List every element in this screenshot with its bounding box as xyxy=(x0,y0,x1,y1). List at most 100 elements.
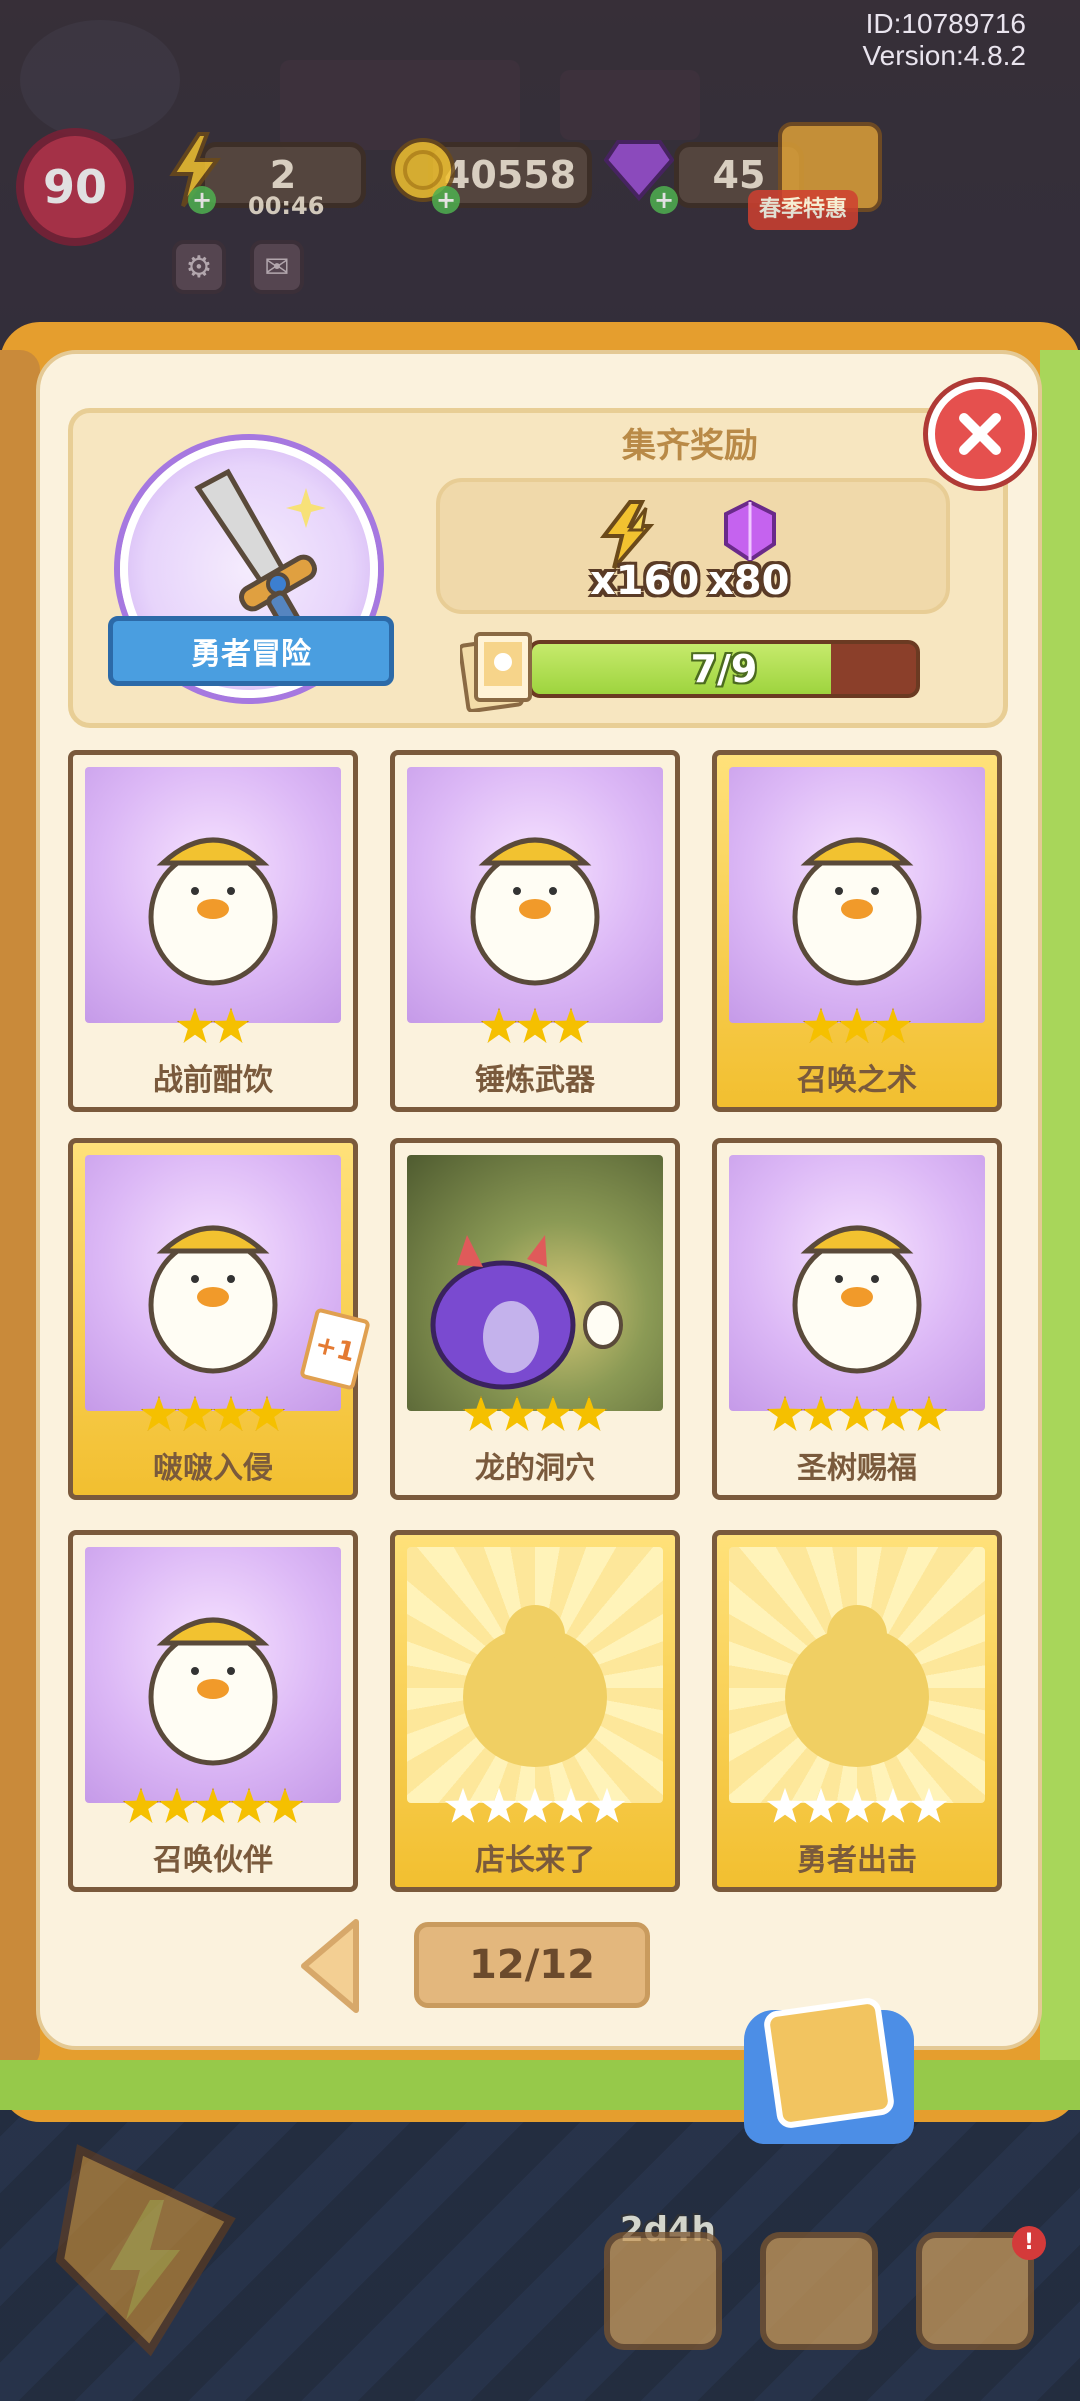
card-star-rating xyxy=(73,1007,353,1047)
star-icon xyxy=(212,1395,250,1431)
card-star-rating xyxy=(717,1395,997,1435)
star-icon xyxy=(248,1395,286,1431)
album-card[interactable]: 勇者出击 xyxy=(712,1530,1002,1892)
card-star-rating xyxy=(395,1395,675,1435)
star-icon xyxy=(570,1395,608,1431)
card-star-rating xyxy=(73,1787,353,1827)
card-star-rating xyxy=(717,1007,997,1047)
star-icon xyxy=(838,1395,876,1431)
card-pack-icon xyxy=(762,1996,896,2130)
album-card[interactable]: 啵啵入侵 +1 xyxy=(68,1138,371,1500)
album-shortcut-button[interactable] xyxy=(604,2232,722,2350)
card-artwork xyxy=(407,767,663,1023)
card-star-rating xyxy=(395,1007,675,1047)
reward-qty-energy: x160 xyxy=(590,558,700,604)
add-coins-button[interactable]: + xyxy=(432,186,460,214)
star-icon xyxy=(552,1787,590,1823)
card-star-rating xyxy=(717,1787,997,1827)
album-card[interactable]: 召唤伙伴 xyxy=(68,1530,358,1892)
add-gems-button[interactable]: + xyxy=(650,186,678,214)
player-level-badge[interactable]: 90 xyxy=(16,128,134,246)
add-energy-button[interactable]: + xyxy=(188,186,216,214)
card-artwork xyxy=(407,1155,663,1411)
card-name: 店长来了 xyxy=(475,1843,595,1878)
card-name: 召唤之术 xyxy=(797,1063,917,1098)
album-card[interactable]: 龙的洞穴 xyxy=(390,1138,680,1500)
star-icon xyxy=(874,1395,912,1431)
mail-icon[interactable]: ✉ xyxy=(250,240,304,294)
star-icon xyxy=(266,1787,304,1823)
star-icon xyxy=(802,1007,840,1043)
close-icon xyxy=(959,413,1001,455)
close-button[interactable] xyxy=(928,382,1032,486)
star-icon xyxy=(516,1007,554,1043)
star-icon xyxy=(534,1395,572,1431)
star-icon xyxy=(158,1787,196,1823)
star-icon xyxy=(910,1787,948,1823)
star-icon xyxy=(480,1787,518,1823)
collection-progress-bar: 7/9 xyxy=(528,640,920,698)
star-icon xyxy=(480,1007,518,1043)
card-name: 龙的洞穴 xyxy=(475,1451,595,1486)
album-card[interactable]: 战前酣饮 xyxy=(68,750,358,1112)
player-id: ID:10789716 xyxy=(865,8,1026,39)
album-card[interactable]: 圣树赐福 xyxy=(712,1138,1002,1500)
star-icon xyxy=(910,1395,948,1431)
star-icon xyxy=(122,1787,160,1823)
album-card[interactable]: 召唤之术 xyxy=(712,750,1002,1112)
star-icon xyxy=(802,1395,840,1431)
album-book-bottom-edge xyxy=(0,2060,1080,2110)
collection-progress-text: 7/9 xyxy=(690,647,758,691)
notification-badge: ! xyxy=(1012,2226,1046,2260)
card-name: 勇者出击 xyxy=(797,1843,917,1878)
star-icon xyxy=(498,1395,536,1431)
star-icon xyxy=(230,1787,268,1823)
star-icon xyxy=(838,1787,876,1823)
card-name: 啵啵入侵 xyxy=(153,1451,273,1486)
card-artwork xyxy=(85,767,341,1023)
card-stack-icon xyxy=(460,632,532,712)
energy-boost-icon xyxy=(55,2144,236,2357)
card-name: 召唤伙伴 xyxy=(153,1843,273,1878)
previous-page-button[interactable] xyxy=(296,1916,366,2016)
album-book-spine xyxy=(0,350,40,2070)
card-name: 锤炼武器 xyxy=(475,1063,595,1098)
collection-name-ribbon: 勇者冒险 xyxy=(108,616,394,686)
version-info: ID:10789716 Version:4.8.2 xyxy=(863,8,1026,72)
page-indicator: 12/12 xyxy=(414,1922,650,2008)
album-book-edge xyxy=(1040,350,1080,2070)
star-icon xyxy=(462,1395,500,1431)
star-icon xyxy=(766,1395,804,1431)
star-icon xyxy=(874,1787,912,1823)
star-icon xyxy=(176,1007,214,1043)
card-star-rating xyxy=(395,1787,675,1827)
card-star-rating xyxy=(73,1395,353,1435)
star-icon xyxy=(444,1787,482,1823)
star-icon xyxy=(516,1787,554,1823)
star-icon xyxy=(552,1007,590,1043)
card-artwork xyxy=(729,1155,985,1411)
star-icon xyxy=(838,1007,876,1043)
achievement-button[interactable] xyxy=(760,2232,878,2350)
card-name: 圣树赐福 xyxy=(797,1451,917,1486)
star-icon xyxy=(212,1007,250,1043)
star-icon xyxy=(802,1787,840,1823)
star-icon xyxy=(874,1007,912,1043)
star-icon xyxy=(140,1395,178,1431)
season-offer-label[interactable]: 春季特惠 xyxy=(748,190,858,230)
settings-gear-icon[interactable]: ⚙ xyxy=(172,240,226,294)
card-artwork xyxy=(85,1547,341,1803)
card-artwork xyxy=(729,767,985,1023)
star-icon xyxy=(176,1395,214,1431)
card-locked-silhouette xyxy=(407,1547,663,1803)
star-icon xyxy=(766,1787,804,1823)
album-card[interactable]: 锤炼武器 xyxy=(390,750,680,1112)
card-locked-silhouette xyxy=(729,1547,985,1803)
album-card[interactable]: 店长来了 xyxy=(390,1530,680,1892)
reward-qty-gems: x80 xyxy=(708,558,790,604)
version-label: Version:4.8.2 xyxy=(862,40,1026,71)
card-name: 战前酣饮 xyxy=(153,1063,273,1098)
reward-title: 集齐奖励 xyxy=(622,426,758,466)
star-icon xyxy=(588,1787,626,1823)
star-icon xyxy=(194,1787,232,1823)
